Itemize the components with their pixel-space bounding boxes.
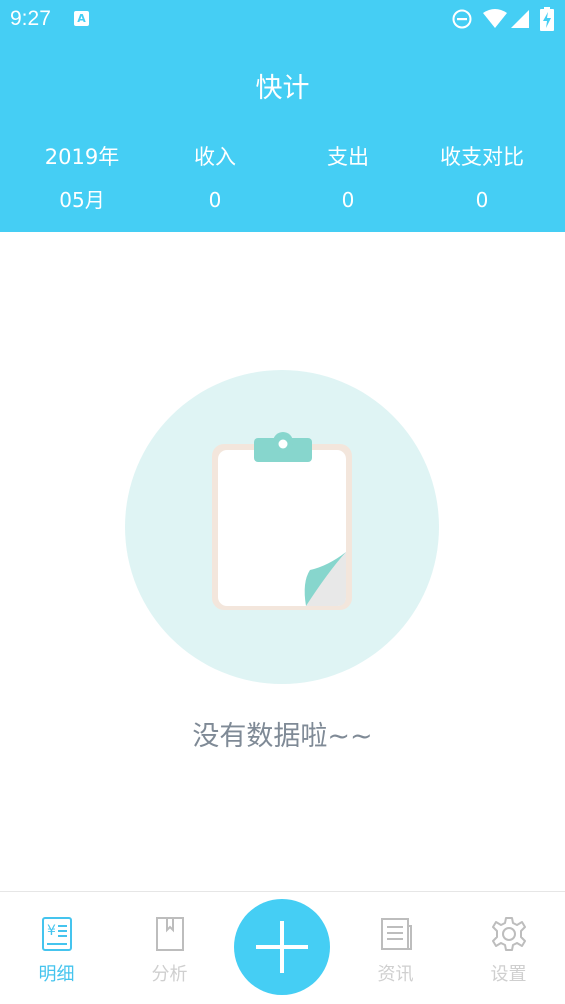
- plus-icon: [256, 921, 308, 973]
- battery-charging-icon: [540, 7, 554, 31]
- wifi-icon: [483, 9, 507, 28]
- gear-icon: [492, 917, 526, 951]
- month-value: 05月: [59, 188, 105, 212]
- tab-news-label: 资讯: [377, 964, 414, 985]
- news-icon: [381, 918, 412, 950]
- year-label: 2019年: [44, 145, 120, 169]
- expense-summary: 支出 0: [283, 140, 413, 214]
- status-bar: 9:27 A: [0, 0, 565, 38]
- status-time: 9:27: [10, 7, 51, 30]
- tab-analysis[interactable]: 分析: [113, 892, 226, 1004]
- income-value: 0: [208, 188, 222, 212]
- app-header: 9:27 A 快计 2019年 05月 收入 0 支出 0 收支对比 0: [0, 0, 565, 232]
- tab-news[interactable]: 资讯: [339, 892, 452, 1004]
- expense-label: 支出: [327, 145, 369, 169]
- ledger-icon: ¥: [42, 917, 72, 951]
- expense-value: 0: [341, 188, 355, 212]
- balance-label: 收支对比: [440, 145, 524, 169]
- tab-details[interactable]: ¥ 明细: [0, 892, 113, 1004]
- empty-state-message: 没有数据啦~~: [192, 721, 373, 752]
- tab-settings-label: 设置: [490, 964, 527, 985]
- do-not-disturb-icon: [452, 9, 472, 29]
- add-record-button[interactable]: [234, 899, 330, 995]
- notification-a-icon: A: [74, 11, 89, 26]
- tab-settings[interactable]: 设置: [452, 892, 565, 1004]
- signal-icon: [511, 10, 529, 28]
- income-label: 收入: [194, 145, 236, 169]
- book-icon: [156, 917, 184, 951]
- balance-value: 0: [475, 188, 489, 212]
- svg-text:¥: ¥: [47, 923, 56, 939]
- page-title: 快计: [255, 73, 310, 104]
- clipboard-icon: [212, 432, 352, 610]
- balance-summary: 收支对比 0: [417, 140, 547, 214]
- tab-details-label: 明细: [38, 964, 75, 985]
- tab-analysis-label: 分析: [151, 964, 188, 985]
- income-summary: 收入 0: [150, 140, 280, 214]
- month-selector[interactable]: 2019年 05月: [17, 140, 147, 214]
